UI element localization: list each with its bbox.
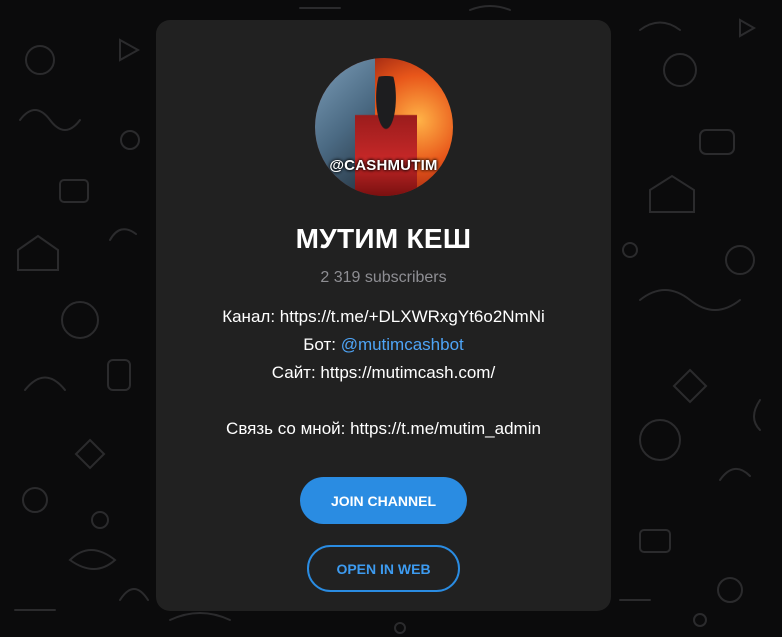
description-line-contact: Связь со мной: https://t.me/mutim_admin: [226, 419, 541, 438]
description-line-site: Сайт: https://mutimcash.com/: [271, 363, 496, 382]
bot-link[interactable]: @mutimcashbot: [341, 335, 464, 354]
description-line-bot: Бот: @mutimcashbot: [222, 331, 545, 359]
bot-label: Бот:: [303, 335, 341, 354]
avatar-watermark: @CASHMUTIM: [329, 157, 438, 174]
channel-card: @CASHMUTIM МУТИМ КЕШ 2 319 subscribers К…: [156, 20, 611, 611]
subscriber-count: 2 319 subscribers: [320, 269, 447, 286]
channel-title: МУТИМ КЕШ: [295, 223, 472, 254]
join-channel-button[interactable]: JOIN CHANNEL: [300, 477, 467, 524]
avatar-figure: [354, 76, 417, 196]
open-in-web-button[interactable]: OPEN IN WEB: [307, 545, 460, 592]
description-line-channel: Канал: https://t.me/+DLXWRxgYt6o2NmNi: [222, 307, 545, 326]
channel-avatar: @CASHMUTIM: [314, 58, 453, 196]
channel-description: Канал: https://t.me/+DLXWRxgYt6o2NmNi Бо…: [222, 303, 545, 443]
